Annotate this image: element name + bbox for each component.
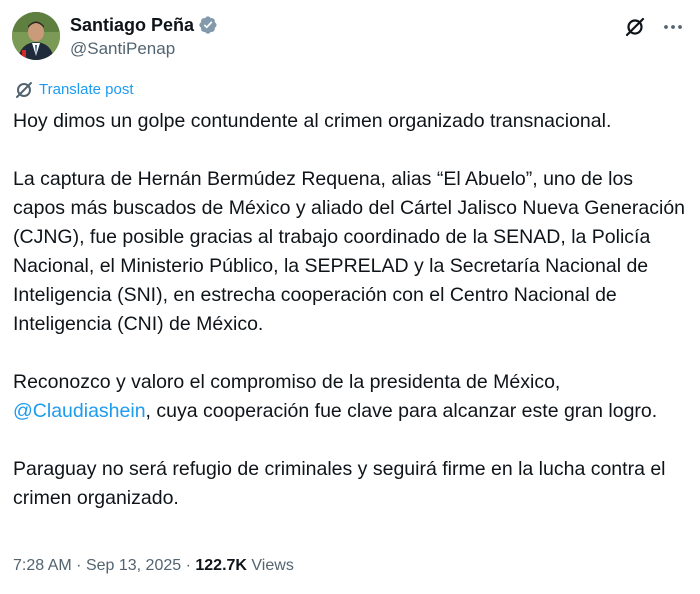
verified-badge-icon[interactable] bbox=[198, 15, 218, 35]
author-names: Santiago Peña @SantiPenap bbox=[70, 14, 218, 59]
tweet-paragraph-3: Reconozco y valoro el compromiso de la p… bbox=[13, 368, 689, 426]
post-time[interactable]: 7:28 AM bbox=[13, 557, 72, 574]
tweet-text: Hoy dimos un golpe contundente al crimen… bbox=[13, 107, 689, 542]
slashed-circle-icon bbox=[625, 17, 645, 37]
tweet-header: Santiago Peña @SantiPenap bbox=[12, 12, 688, 62]
tweet-paragraph-1: Hoy dimos un golpe contundente al crimen… bbox=[13, 110, 612, 132]
tweet-paragraph-2: La captura de Hernán Bermúdez Requena, a… bbox=[13, 168, 686, 335]
avatar-image bbox=[12, 12, 60, 60]
grok-button[interactable] bbox=[622, 14, 648, 40]
translate-label[interactable]: Translate post bbox=[39, 80, 134, 100]
views-label: Views bbox=[251, 557, 294, 574]
mention-link[interactable]: @Claudiashein bbox=[13, 400, 146, 422]
translate-icon bbox=[16, 82, 32, 98]
meta-separator: · bbox=[185, 557, 191, 574]
meta-separator: · bbox=[76, 557, 82, 574]
tweet-meta: 7:28 AM · Sep 13, 2025 · 122.7K Views bbox=[13, 555, 294, 577]
more-horizontal-icon bbox=[664, 25, 682, 29]
paragraph-3-text-before: Reconozco y valoro el compromiso de la p… bbox=[13, 371, 561, 393]
handle[interactable]: @SantiPenap bbox=[70, 39, 218, 59]
views-count: 122.7K bbox=[195, 557, 247, 574]
display-name[interactable]: Santiago Peña bbox=[70, 14, 194, 36]
translate-post-link[interactable]: Translate post bbox=[14, 80, 134, 100]
tweet-paragraph-4: Paraguay no será refugio de criminales y… bbox=[13, 458, 666, 509]
post-date[interactable]: Sep 13, 2025 bbox=[86, 557, 181, 574]
paragraph-3-text-after: , cuya cooperación fue clave para alcanz… bbox=[145, 400, 658, 422]
avatar[interactable] bbox=[12, 12, 60, 60]
more-options-button[interactable] bbox=[660, 14, 686, 40]
